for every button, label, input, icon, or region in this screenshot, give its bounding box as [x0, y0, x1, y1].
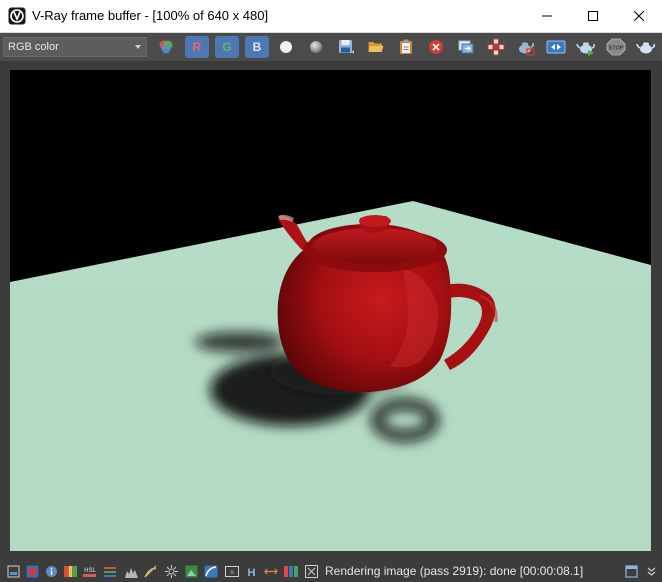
info-icon [45, 565, 57, 577]
histogram-icon [124, 567, 138, 578]
render-teapot-icon [576, 42, 596, 56]
blue-channel-button[interactable]: B [245, 36, 269, 58]
clear-image-icon [429, 40, 443, 54]
white-point-button[interactable] [275, 37, 297, 57]
link-vfb-icon [546, 40, 566, 54]
horizontal-button[interactable] [264, 564, 278, 578]
duplicate-to-history-button[interactable] [455, 37, 477, 57]
ocio-icon: H [247, 567, 255, 578]
curves-icon [104, 566, 116, 577]
stop-render-icon: STOP [606, 38, 626, 56]
render-region-icon [519, 42, 535, 56]
grey-sphere-button[interactable] [305, 37, 327, 57]
render-teapot-button[interactable] [575, 37, 597, 57]
red-channel-button[interactable]: R [185, 36, 209, 58]
svg-text:HSL: HSL [84, 568, 96, 574]
exposure-button[interactable] [25, 564, 39, 578]
color-balance-icon [185, 565, 197, 577]
clipboard-icon [400, 39, 412, 54]
color-balance-button[interactable] [184, 564, 198, 578]
svg-text:STOP: STOP [609, 46, 624, 52]
duplicate-to-history-icon [458, 40, 474, 54]
chevron-down-icon [135, 45, 141, 49]
expand-button[interactable] [644, 564, 658, 578]
lens-effects-button[interactable]: o [225, 564, 239, 578]
link-vfb-button[interactable] [545, 37, 567, 57]
toolbar: RGB color R G B STOP [0, 33, 662, 62]
rgb-channels-icon [159, 40, 173, 54]
grey-sphere-icon [310, 41, 322, 53]
info-button[interactable] [44, 564, 58, 578]
title-bar: V-Ray frame buffer - [100% of 640 x 480] [0, 0, 662, 33]
close-icon [634, 11, 644, 21]
render-viewport[interactable] [10, 70, 651, 551]
histogram-button[interactable] [124, 564, 138, 578]
clipboard-button[interactable] [395, 37, 417, 57]
lut-button[interactable] [143, 564, 157, 578]
track-mouse-button[interactable] [485, 37, 507, 57]
background-image-button[interactable] [204, 564, 218, 578]
color-correction-button[interactable] [6, 564, 20, 578]
track-mouse-icon [487, 38, 505, 56]
compare-button[interactable] [284, 564, 298, 578]
horizontal-icon [264, 568, 278, 574]
minimize-icon [542, 15, 552, 17]
lens-effects-icon: o [225, 565, 239, 577]
hsl-icon: HSL [83, 568, 96, 577]
exposure-icon [26, 565, 38, 577]
pixel-info-button[interactable] [304, 564, 318, 578]
channel-select-value: RGB color [8, 41, 59, 53]
rgb-channels-button[interactable] [155, 37, 177, 57]
stop-render-button[interactable]: STOP [605, 37, 627, 57]
white-balance-icon [164, 564, 178, 578]
render-region-button[interactable] [515, 37, 537, 57]
svg-text:o: o [230, 570, 234, 576]
color-correction-icon [7, 565, 19, 577]
render-icon [636, 42, 656, 54]
save-image-button[interactable] [335, 37, 357, 57]
window-title: V-Ray frame buffer - [100% of 640 x 480] [32, 8, 269, 23]
channel-select[interactable]: RGB color [3, 37, 147, 57]
open-image-button[interactable] [365, 37, 387, 57]
vray-logo-icon [8, 7, 26, 25]
levels-icon [63, 565, 77, 577]
status-text: Rendering image (pass 2919): done [00:00… [325, 564, 584, 578]
curves-button[interactable] [103, 564, 117, 578]
svg-text:H: H [247, 567, 255, 578]
chevron-double-down-icon [647, 567, 655, 576]
lut-icon [143, 565, 156, 577]
levels-button[interactable] [63, 564, 77, 578]
dock-panel-button[interactable] [624, 564, 638, 578]
maximize-icon [588, 11, 598, 21]
background-image-icon [204, 565, 218, 577]
clear-image-button[interactable] [425, 37, 447, 57]
white-point-icon [280, 41, 292, 53]
hsl-button[interactable]: HSL [82, 564, 96, 578]
open-image-icon [368, 42, 384, 52]
close-button[interactable] [616, 0, 662, 32]
minimize-button[interactable] [524, 0, 570, 32]
green-channel-button[interactable]: G [215, 36, 239, 58]
pixel-info-icon [304, 564, 318, 578]
rendered-image [10, 70, 651, 551]
save-image-icon [339, 40, 354, 53]
white-balance-button[interactable] [164, 564, 178, 578]
maximize-button[interactable] [570, 0, 616, 32]
ocio-button[interactable]: H [244, 564, 258, 578]
compare-icon [284, 565, 298, 577]
status-bar: HSL o H Rendering image (pass 2919): don… [0, 560, 662, 582]
dock-panel-icon [624, 564, 638, 578]
render-button[interactable] [635, 37, 657, 57]
